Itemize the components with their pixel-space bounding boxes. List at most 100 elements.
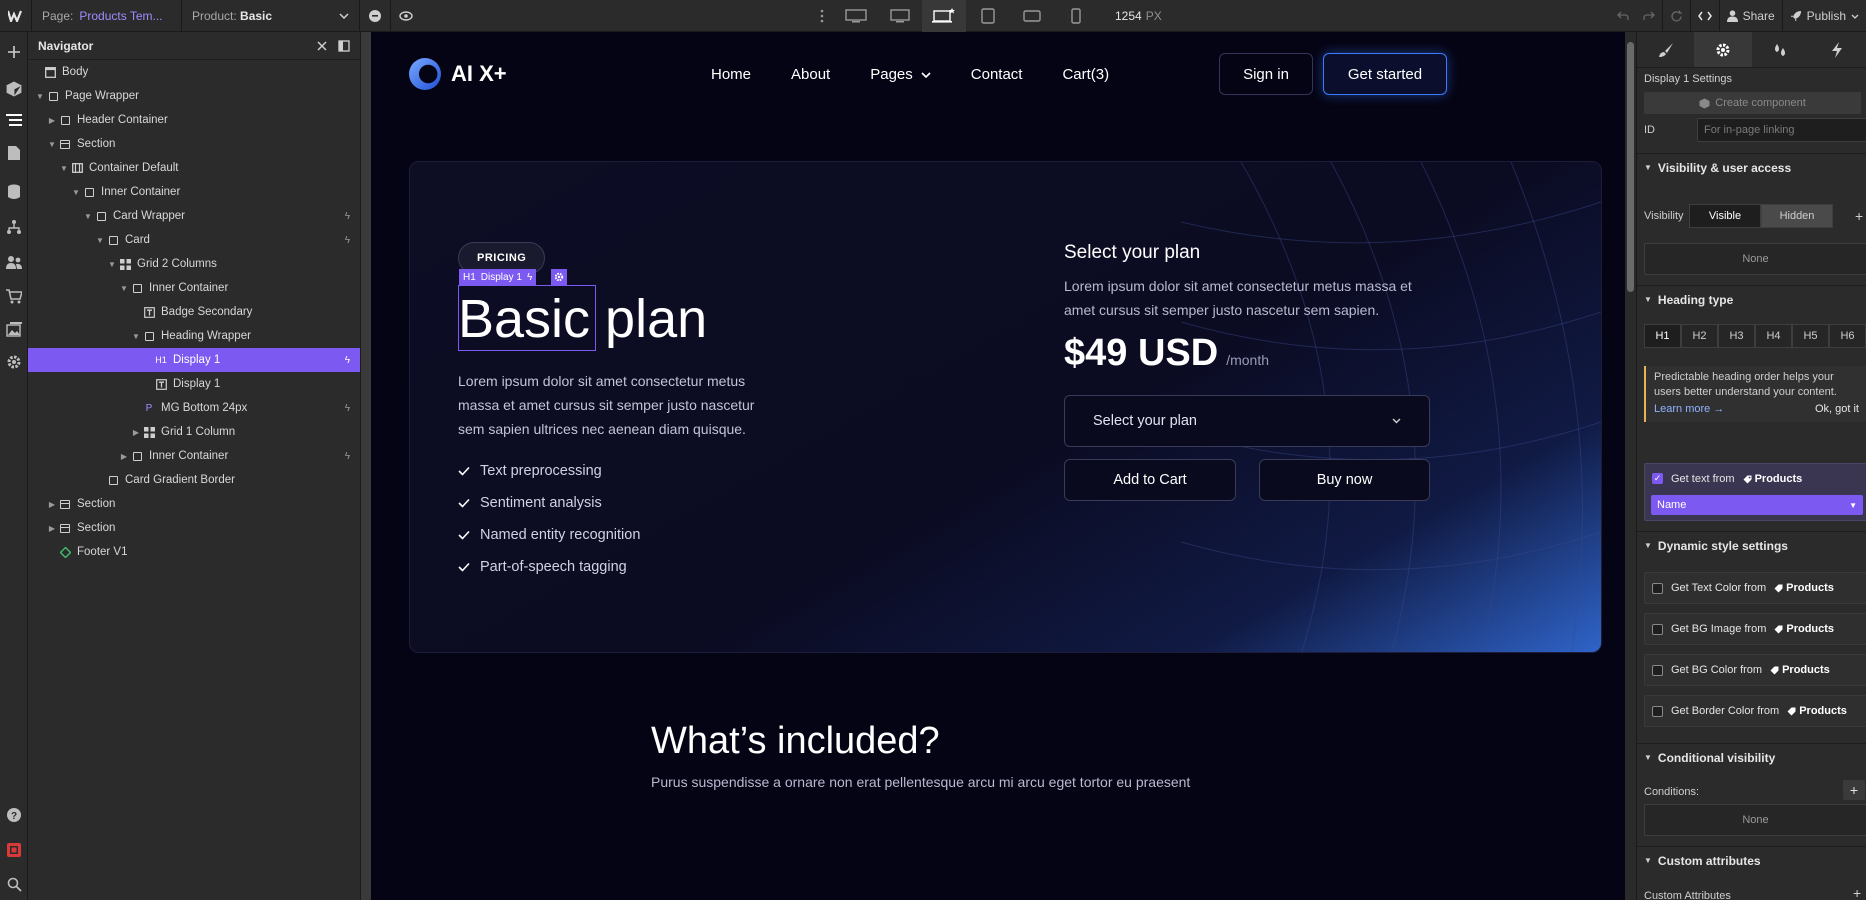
id-input[interactable]: For in-page linking bbox=[1697, 118, 1866, 142]
learn-more-link[interactable]: Learn more → bbox=[1654, 402, 1724, 417]
visible-option[interactable]: Visible bbox=[1689, 204, 1761, 228]
tree-item-display-1-selected[interactable]: H1 Display 1 ϟ bbox=[28, 348, 360, 372]
tree-item-page-wrapper[interactable]: ▼ Page Wrapper bbox=[28, 84, 360, 108]
get-text-checkbox[interactable]: ✓ bbox=[1652, 473, 1663, 484]
preview-eye-icon[interactable] bbox=[390, 0, 420, 32]
more-vertical-icon[interactable] bbox=[810, 0, 834, 32]
interactions-bolt-icon[interactable] bbox=[1809, 32, 1866, 67]
tree-item-grid-1-column[interactable]: ▶ Grid 1 Column bbox=[28, 420, 360, 444]
ecommerce-cart-icon[interactable] bbox=[4, 286, 24, 306]
collapse-all-icon[interactable] bbox=[316, 40, 328, 52]
desktop-large-breakpoint-icon[interactable] bbox=[878, 0, 922, 32]
heading-level-h1[interactable]: H1 bbox=[1644, 324, 1681, 348]
section-custom-attributes[interactable]: ▼ Custom attributes bbox=[1637, 846, 1866, 874]
menu-item-pages[interactable]: Pages bbox=[870, 66, 931, 83]
heading-level-h6[interactable]: H6 bbox=[1829, 324, 1866, 348]
tree-item-inner-container[interactable]: ▼ Inner Container bbox=[28, 180, 360, 204]
menu-item-cart[interactable]: Cart(3) bbox=[1062, 66, 1109, 83]
tree-item-section[interactable]: ▶ Section bbox=[28, 492, 360, 516]
get-bg-color-binding[interactable]: Get BG Color from Products bbox=[1644, 654, 1866, 686]
field-select-dropdown[interactable]: Name ▼ bbox=[1651, 495, 1863, 515]
tree-item-card[interactable]: ▼ Card ϟ bbox=[28, 228, 360, 252]
create-component-button[interactable]: Create component bbox=[1644, 92, 1861, 114]
section-visibility[interactable]: ▼ Visibility & user access bbox=[1637, 153, 1866, 181]
page-selector[interactable]: Page: Products Tem... bbox=[32, 0, 182, 32]
pages-icon[interactable] bbox=[4, 143, 24, 163]
tree-item-badge-secondary[interactable]: Badge Secondary bbox=[28, 300, 360, 324]
element-settings-gear-icon[interactable] bbox=[551, 269, 567, 285]
code-icon[interactable] bbox=[1691, 0, 1719, 32]
element-settings-gear-icon[interactable] bbox=[1694, 32, 1752, 67]
record-stop-icon[interactable] bbox=[4, 840, 24, 860]
menu-item-contact[interactable]: Contact bbox=[971, 66, 1023, 83]
tree-item-grid-2-columns[interactable]: ▼ Grid 2 Columns bbox=[28, 252, 360, 276]
comments-icon[interactable] bbox=[360, 0, 390, 32]
tree-item-footer-v1[interactable]: Footer V1 bbox=[28, 540, 360, 564]
add-to-cart-button[interactable]: Add to Cart bbox=[1064, 459, 1236, 501]
buy-now-button[interactable]: Buy now bbox=[1259, 459, 1430, 501]
mobile-landscape-breakpoint-icon[interactable] bbox=[1010, 0, 1054, 32]
section-heading-type[interactable]: ▼ Heading type bbox=[1637, 285, 1866, 313]
canvas-scrollbar[interactable] bbox=[1625, 32, 1636, 900]
tree-item-heading-wrapper[interactable]: ▼ Heading Wrapper bbox=[28, 324, 360, 348]
menu-item-about[interactable]: About bbox=[791, 66, 830, 83]
mobile-portrait-breakpoint-icon[interactable] bbox=[1054, 0, 1098, 32]
publish-button[interactable]: Publish bbox=[1783, 0, 1866, 32]
selected-element-label[interactable]: H1 Display 1 ϟ bbox=[459, 269, 537, 285]
heading-level-h2[interactable]: H2 bbox=[1681, 324, 1718, 348]
tree-item-inner-container[interactable]: ▼ Inner Container bbox=[28, 276, 360, 300]
sign-in-button[interactable]: Sign in bbox=[1219, 53, 1313, 95]
ok-got-it-button[interactable]: Ok, got it bbox=[1815, 402, 1859, 417]
help-icon[interactable]: ? bbox=[4, 805, 24, 825]
checkbox[interactable] bbox=[1652, 705, 1663, 717]
plan-select-dropdown[interactable]: Select your plan bbox=[1064, 395, 1430, 447]
get-bg-image-binding[interactable]: Get BG Image from Products bbox=[1644, 613, 1866, 645]
product-selector[interactable]: Product: Basic bbox=[182, 0, 360, 32]
cms-database-icon[interactable] bbox=[4, 182, 24, 202]
share-button[interactable]: Share bbox=[1720, 0, 1782, 32]
add-attribute-icon[interactable]: + bbox=[1853, 885, 1861, 900]
navigator-icon[interactable] bbox=[4, 110, 24, 130]
site-brand[interactable]: AI X+ bbox=[409, 58, 507, 90]
add-elements-icon[interactable] bbox=[4, 42, 24, 62]
canvas-width-readout[interactable]: 1254 PX bbox=[1115, 9, 1162, 23]
hidden-option[interactable]: Hidden bbox=[1761, 204, 1833, 228]
tree-item-section[interactable]: ▶ Section bbox=[28, 516, 360, 540]
refresh-icon[interactable] bbox=[1663, 0, 1690, 32]
users-icon[interactable] bbox=[4, 252, 24, 272]
dock-panel-icon[interactable] bbox=[338, 39, 350, 52]
scrollbar-thumb[interactable] bbox=[1627, 42, 1634, 292]
checkbox[interactable] bbox=[1652, 623, 1663, 635]
checkbox[interactable] bbox=[1652, 582, 1663, 594]
tree-item-mg-bottom-24px[interactable]: P MG Bottom 24px ϟ bbox=[28, 396, 360, 420]
get-border-color-binding[interactable]: Get Border Color from Products bbox=[1644, 695, 1866, 727]
desktop-xl-breakpoint-icon[interactable] bbox=[834, 0, 878, 32]
tree-item-card-wrapper[interactable]: ▼ Card Wrapper ϟ bbox=[28, 204, 360, 228]
tree-item-inner-container[interactable]: ▶ Inner Container ϟ bbox=[28, 444, 360, 468]
components-icon[interactable] bbox=[4, 79, 24, 99]
section-dynamic-style[interactable]: ▼ Dynamic style settings bbox=[1637, 531, 1866, 559]
add-condition-icon[interactable]: + bbox=[1843, 780, 1865, 800]
tree-item-display-1[interactable]: Display 1 bbox=[28, 372, 360, 396]
assets-icon[interactable] bbox=[4, 320, 24, 340]
tree-item-section[interactable]: ▼ Section bbox=[28, 132, 360, 156]
get-text-color-binding[interactable]: Get Text Color from Products bbox=[1644, 572, 1866, 604]
undo-icon[interactable] bbox=[1610, 0, 1636, 32]
tree-item-header-container[interactable]: ▶ Header Container bbox=[28, 108, 360, 132]
heading-level-h4[interactable]: H4 bbox=[1755, 324, 1792, 348]
menu-item-home[interactable]: Home bbox=[711, 66, 751, 83]
heading-level-h3[interactable]: H3 bbox=[1718, 324, 1755, 348]
tree-item-card-gradient-border[interactable]: Card Gradient Border bbox=[28, 468, 360, 492]
checkbox[interactable] bbox=[1652, 664, 1663, 676]
tablet-breakpoint-icon[interactable] bbox=[966, 0, 1010, 32]
tree-item-container-default[interactable]: ▼ Container Default bbox=[28, 156, 360, 180]
style-manager-drops-icon[interactable] bbox=[1752, 32, 1809, 67]
settings-gear-icon[interactable] bbox=[4, 352, 24, 372]
section-conditional-visibility[interactable]: ▼ Conditional visibility bbox=[1637, 743, 1866, 771]
add-visibility-icon[interactable]: + bbox=[1855, 208, 1863, 224]
get-started-button[interactable]: Get started bbox=[1323, 53, 1447, 95]
logic-icon[interactable] bbox=[4, 217, 24, 237]
tree-item-body[interactable]: Body bbox=[28, 60, 360, 84]
webflow-logo-icon[interactable] bbox=[0, 0, 32, 32]
search-icon[interactable] bbox=[4, 874, 24, 894]
